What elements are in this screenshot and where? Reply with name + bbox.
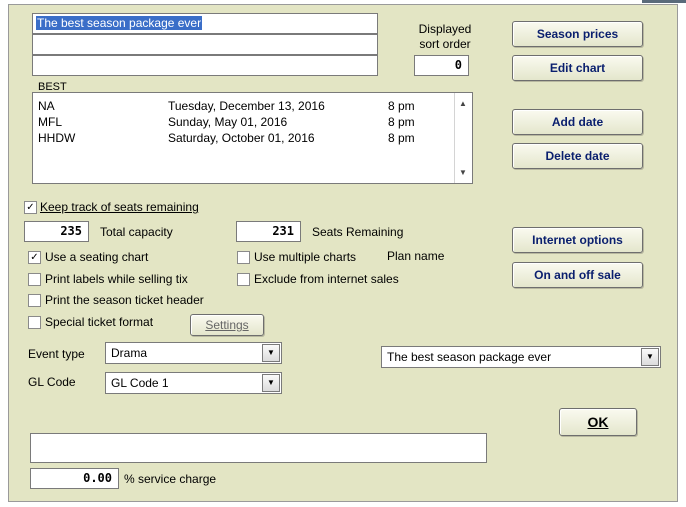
add-date-button[interactable]: Add date	[512, 109, 643, 135]
print-header-checkbox[interactable]	[28, 294, 41, 307]
service-charge-input[interactable]: 0.00	[30, 468, 119, 489]
print-labels-label: Print labels while selling tix	[45, 272, 188, 286]
special-format-label: Special ticket format	[45, 315, 154, 329]
scroll-down-icon[interactable]: ▼	[459, 168, 467, 177]
seats-remaining-label: Seats Remaining	[312, 225, 404, 239]
sort-order-input[interactable]: 0	[414, 55, 469, 76]
print-labels-checkbox[interactable]	[28, 273, 41, 286]
edit-chart-button[interactable]: Edit chart	[512, 55, 643, 81]
event-type-label: Event type	[28, 347, 85, 361]
exclude-internet-label: Exclude from internet sales	[254, 272, 399, 286]
date-row[interactable]: NA Tuesday, December 13, 2016 8 pm	[33, 99, 472, 115]
gl-code-select[interactable]: GL Code 1 ▼	[105, 372, 282, 394]
date-text: Sunday, May 01, 2016	[168, 115, 288, 129]
plan-select[interactable]: The best season package ever ▼	[381, 346, 661, 368]
keep-track-label: Keep track of seats remaining	[40, 200, 199, 214]
sort-order-label-1: Displayed	[418, 22, 472, 36]
date-list-scrollbar[interactable]: ▲ ▼	[454, 93, 472, 183]
keep-track-checkbox[interactable]: ✓	[24, 201, 37, 214]
season-name-line1[interactable]: The best season package ever	[32, 13, 378, 34]
event-type-value: Drama	[111, 346, 148, 360]
exclude-internet-checkbox[interactable]	[237, 273, 250, 286]
chevron-down-icon[interactable]: ▼	[641, 348, 659, 366]
special-format-checkbox[interactable]	[28, 316, 41, 329]
date-code: NA	[38, 99, 55, 113]
season-prices-button[interactable]: Season prices	[512, 21, 643, 47]
seats-remaining-input[interactable]: 231	[236, 221, 301, 242]
gl-code-value: GL Code 1	[111, 376, 169, 390]
notes-input[interactable]	[30, 433, 487, 463]
ok-button[interactable]: OK	[559, 408, 637, 436]
date-text: Tuesday, December 13, 2016	[168, 99, 325, 113]
window-edge	[642, 0, 686, 3]
use-multiple-charts-label: Use multiple charts	[254, 250, 357, 264]
season-name-line3[interactable]	[32, 55, 378, 76]
date-code: HHDW	[38, 131, 76, 145]
date-row[interactable]: HHDW Saturday, October 01, 2016 8 pm	[33, 131, 472, 147]
scroll-up-icon[interactable]: ▲	[459, 99, 467, 108]
event-type-select[interactable]: Drama ▼	[105, 342, 282, 364]
date-time: 8 pm	[388, 115, 415, 129]
season-name-line2[interactable]	[32, 34, 378, 55]
use-seating-chart-checkbox[interactable]: ✓	[28, 251, 41, 264]
sort-order-label-2: sort order	[419, 37, 471, 51]
service-charge-label: % service charge	[124, 472, 217, 486]
date-code: MFL	[38, 115, 62, 129]
plan-select-value: The best season package ever	[387, 350, 552, 364]
date-row[interactable]: MFL Sunday, May 01, 2016 8 pm	[33, 115, 472, 131]
internet-options-button[interactable]: Internet options	[512, 227, 643, 253]
date-text: Saturday, October 01, 2016	[168, 131, 315, 145]
gl-code-label: GL Code	[28, 375, 76, 389]
use-seating-chart-label: Use a seating chart	[45, 250, 149, 264]
total-capacity-label: Total capacity	[100, 225, 173, 239]
total-capacity-input[interactable]: 235	[24, 221, 89, 242]
chevron-down-icon[interactable]: ▼	[262, 374, 280, 392]
print-header-label: Print the season ticket header	[45, 293, 204, 307]
season-package-dialog: The best season package ever BEST Displa…	[8, 4, 678, 502]
settings-button[interactable]: Settings	[190, 314, 264, 336]
delete-date-button[interactable]: Delete date	[512, 143, 643, 169]
chevron-down-icon[interactable]: ▼	[262, 344, 280, 362]
date-time: 8 pm	[388, 131, 415, 145]
use-multiple-charts-checkbox[interactable]	[237, 251, 250, 264]
date-list[interactable]: NA Tuesday, December 13, 2016 8 pm MFL S…	[32, 92, 473, 184]
date-time: 8 pm	[388, 99, 415, 113]
plan-name-label: Plan name	[387, 249, 445, 263]
on-off-sale-button[interactable]: On and off sale	[512, 262, 643, 288]
